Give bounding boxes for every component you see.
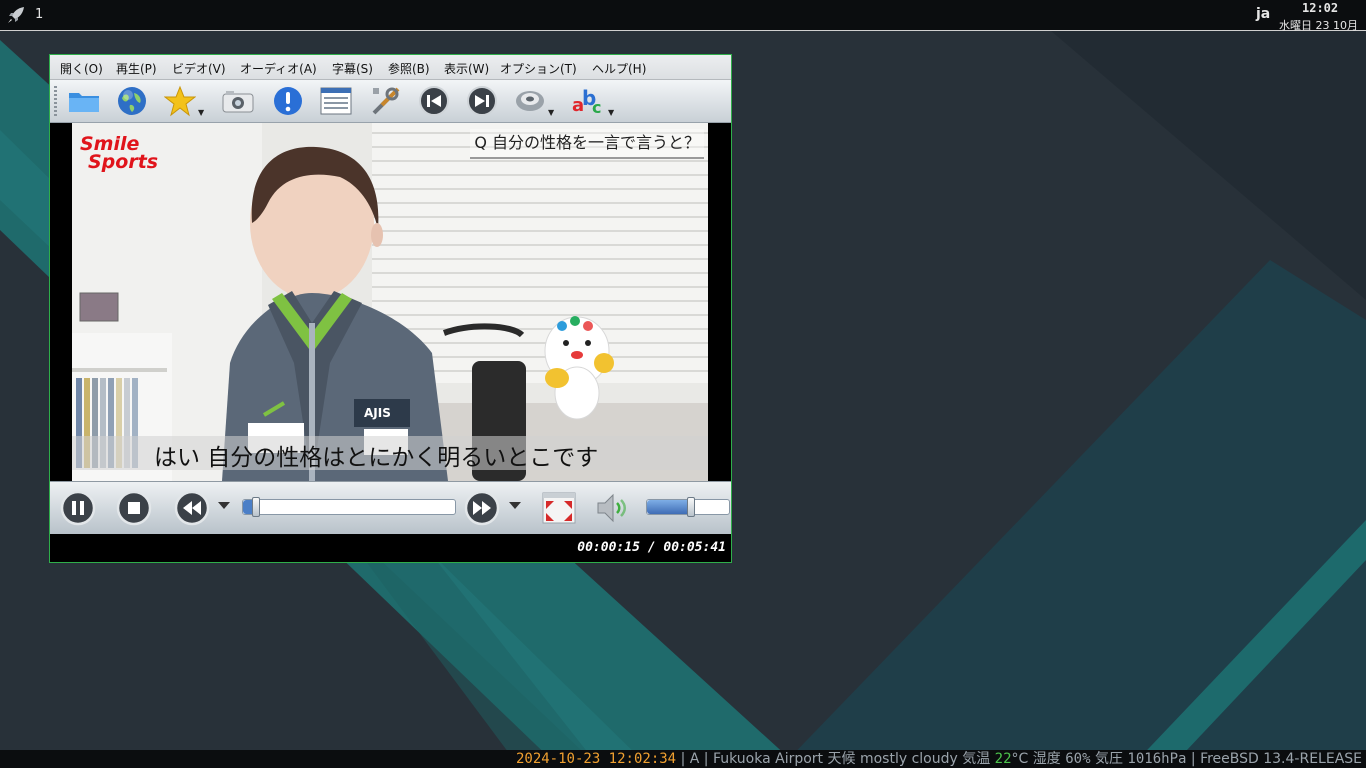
subtitle-bar: はい 自分の性格はとにかく明るいとこです (72, 436, 708, 471)
rewind-button[interactable] (174, 490, 210, 526)
menu-help[interactable]: ヘルプ(H) (592, 60, 646, 77)
status-temp-unit: °C (1011, 751, 1029, 767)
fast-forward-dropdown-arrow[interactable] (509, 502, 521, 509)
fullscreen-icon[interactable] (541, 490, 577, 526)
url-globe-icon[interactable] (114, 83, 150, 119)
svg-text:AJIS: AJIS (364, 406, 391, 420)
status-temp-label: 気温 (957, 751, 995, 767)
previous-icon[interactable] (416, 83, 452, 119)
video-area[interactable]: AJIS Smile Sports Q 自分の性格を一言で言うと？ はい 自分の… (50, 123, 731, 481)
menu-browse[interactable]: 参照(B) (388, 60, 430, 77)
subtitle-text: はい 自分の性格はとにかく明るいとこです (154, 445, 599, 471)
pause-button[interactable] (60, 490, 96, 526)
volume-slider[interactable] (646, 497, 730, 517)
favorites-dropdown-arrow[interactable]: ▼ (198, 108, 204, 117)
info-icon[interactable] (270, 83, 306, 119)
status-humidity-label: 湿度 (1028, 751, 1066, 767)
clock-date: 水曜日 23 10月 (1279, 19, 1358, 32)
fast-forward-button[interactable] (464, 490, 500, 526)
stop-button[interactable] (116, 490, 152, 526)
status-bar: 2024-10-23 12:02:34 | A | Fukuoka Airpor… (0, 750, 1366, 768)
menu-view[interactable]: 表示(W) (444, 60, 489, 77)
video-frame: AJIS Smile Sports Q 自分の性格を一言で言うと？ はい 自分の… (72, 123, 708, 481)
time-display: 00:00:15 / 00:05:41 (577, 540, 726, 555)
playlist-icon[interactable] (318, 83, 354, 119)
menu-video[interactable]: ビデオ(V) (172, 60, 226, 77)
rocket-launcher-icon[interactable] (6, 5, 26, 25)
toolbar-grip[interactable] (54, 86, 57, 116)
status-separator: | (1186, 751, 1201, 767)
menu-subtitles[interactable]: 字幕(S) (332, 60, 373, 77)
media-player-window: 開く(O) 再生(P) ビデオ(V) オーディオ(A) 字幕(S) 参照(B) … (49, 54, 732, 563)
next-icon[interactable] (464, 83, 500, 119)
favorites-star-icon[interactable] (162, 83, 198, 119)
volume-level (647, 500, 690, 514)
subtitle-abc-icon[interactable]: abc (570, 83, 606, 119)
clock-time: 12:02 (1302, 1, 1339, 15)
toolbar: ▼ ▼ abc ▼ (50, 80, 731, 123)
status-datetime: 2024-10-23 12:02:34 (515, 751, 677, 767)
audio-track-icon[interactable] (512, 83, 548, 119)
status-humidity-value: 60% (1065, 751, 1091, 767)
top-panel: 1 ja 12:02 水曜日 23 10月 (0, 0, 1366, 32)
status-separator: | (676, 751, 690, 767)
open-folder-icon[interactable] (66, 83, 102, 119)
status-temp-value: 22 (994, 751, 1012, 767)
status-pressure-label: 気圧 (1090, 751, 1128, 767)
status-os: FreeBSD 13.4-RELEASE (1200, 751, 1362, 767)
language-indicator[interactable]: ja (1256, 6, 1270, 22)
seek-progress (243, 500, 252, 514)
seek-slider[interactable] (242, 497, 456, 517)
seek-handle[interactable] (252, 497, 260, 517)
subtitle-dropdown-arrow[interactable]: ▼ (608, 108, 614, 117)
preferences-tools-icon[interactable] (368, 83, 404, 119)
status-separator: | (699, 751, 713, 767)
volume-handle[interactable] (687, 497, 695, 517)
menu-bar: 開く(O) 再生(P) ビデオ(V) オーディオ(A) 字幕(S) 参照(B) … (50, 55, 731, 80)
playback-controls (50, 481, 731, 534)
screenshot-camera-icon[interactable] (220, 83, 256, 119)
menu-audio[interactable]: オーディオ(A) (240, 60, 317, 77)
menu-options[interactable]: オプション(T) (500, 60, 577, 77)
time-display-bar: 00:00:15 / 00:05:41 (50, 534, 731, 562)
menu-play[interactable]: 再生(P) (116, 60, 157, 77)
audio-track-dropdown-arrow[interactable]: ▼ (548, 108, 554, 117)
status-weather: mostly cloudy (859, 751, 958, 767)
svg-text:c: c (592, 98, 601, 117)
rewind-dropdown-arrow[interactable] (218, 502, 230, 509)
status-bar-content: 2024-10-23 12:02:34 | A | Fukuoka Airpor… (516, 750, 1362, 768)
volume-speaker-icon[interactable] (594, 490, 630, 526)
status-weather-label: 天候 (823, 751, 860, 767)
question-caption: Q 自分の性格を一言で言うと？ (470, 129, 704, 159)
workspace-indicator[interactable]: 1 (35, 7, 43, 22)
menu-open[interactable]: 開く(O) (60, 60, 103, 77)
status-location: Fukuoka Airport (712, 751, 824, 767)
status-layout: A (689, 751, 700, 767)
status-pressure-value: 1016hPa (1127, 751, 1187, 767)
smile-sports-logo: Smile Sports (80, 133, 159, 173)
